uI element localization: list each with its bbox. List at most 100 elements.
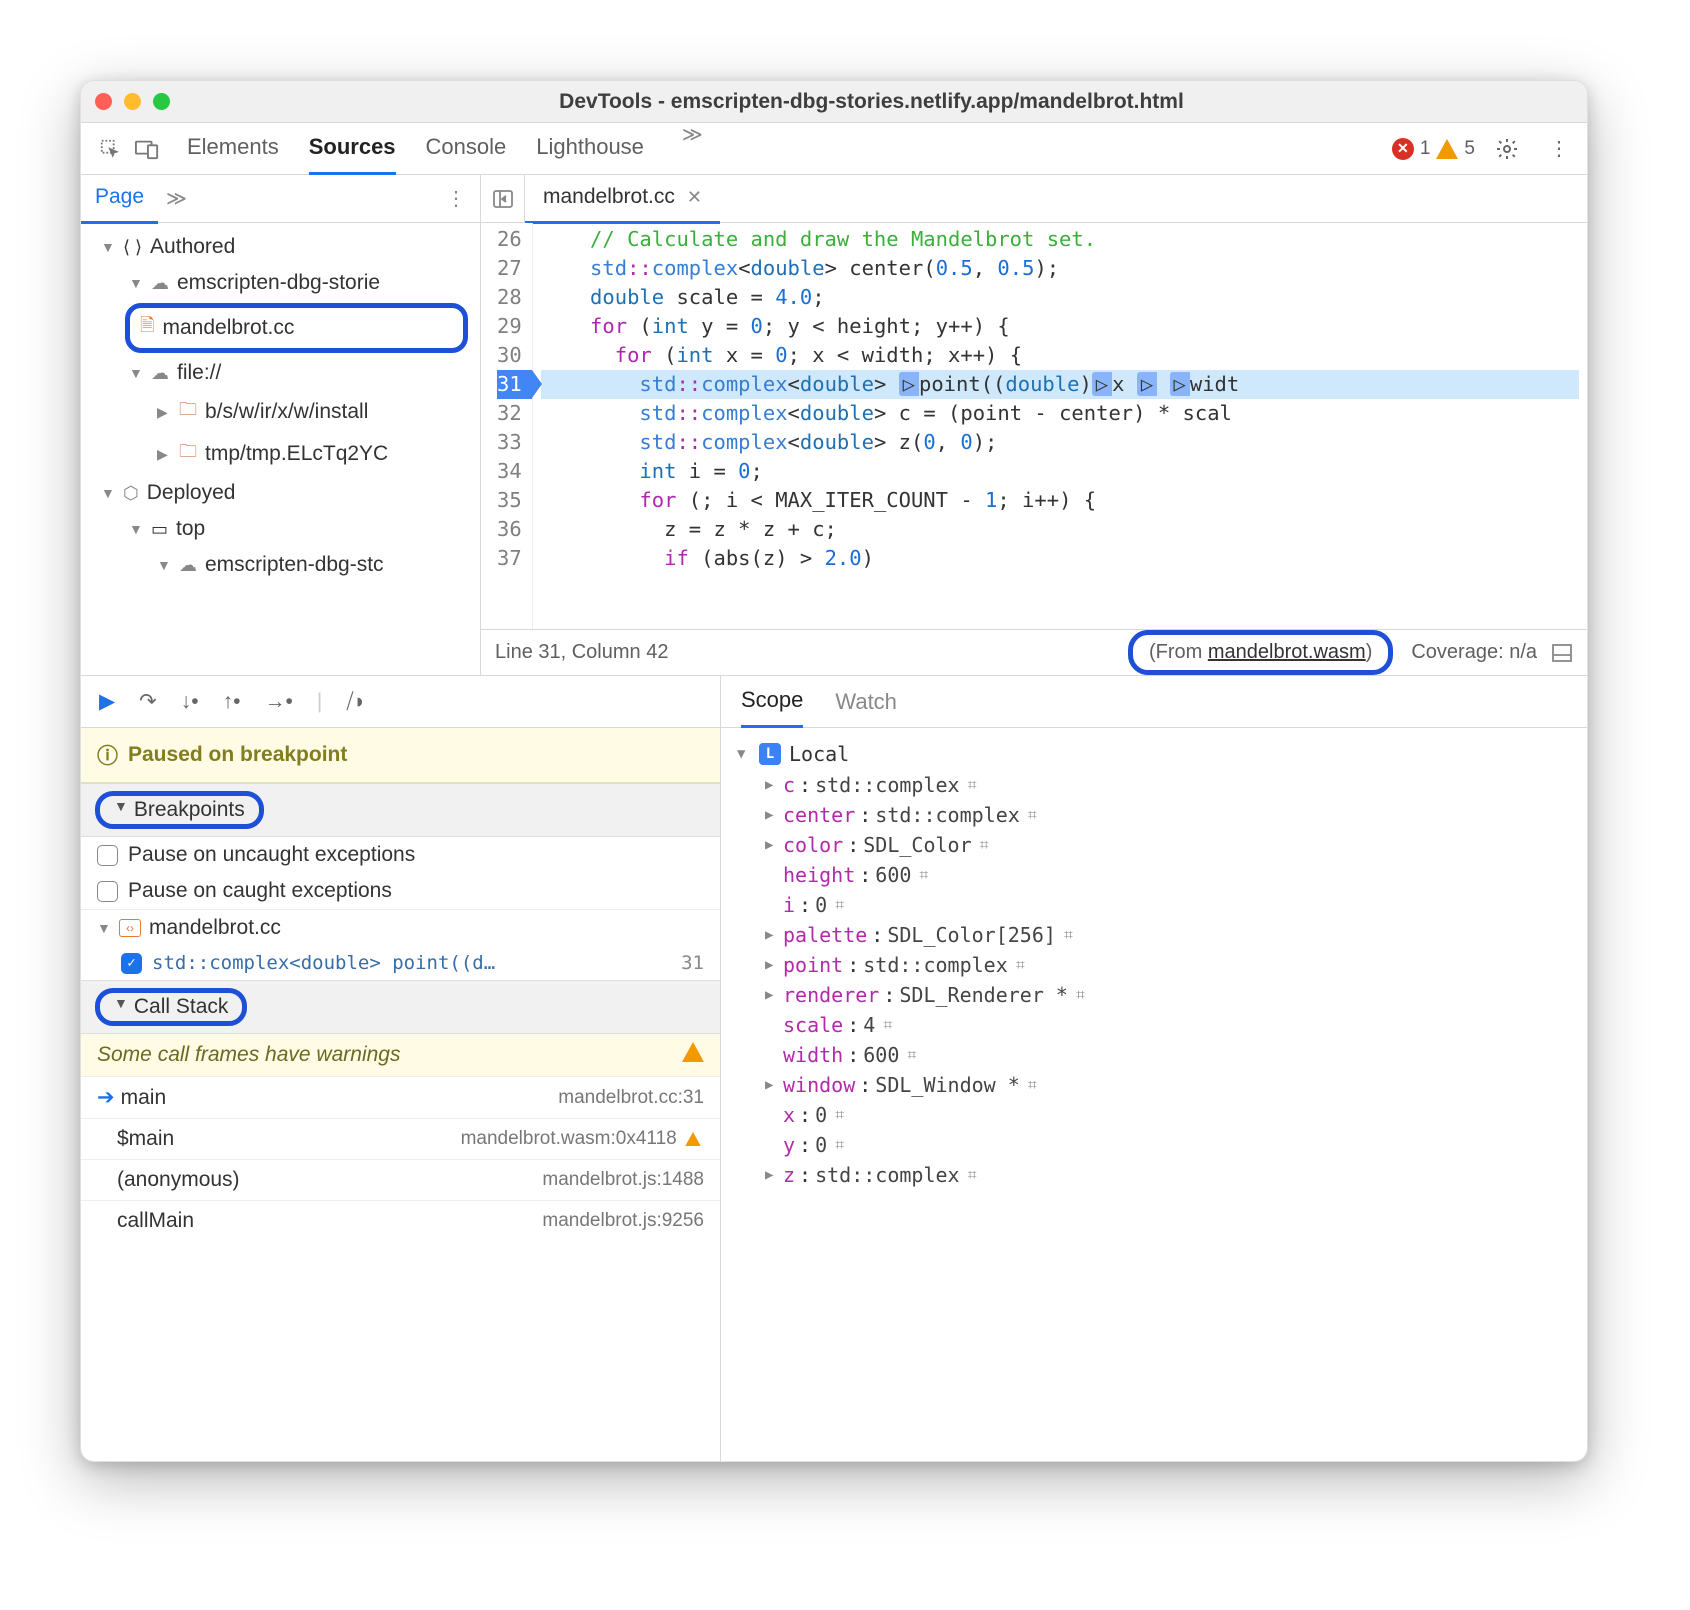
expand-icon[interactable]: ▶ — [765, 807, 779, 823]
editor-pane: mandelbrot.cc✕ 2627282930 31 32333435363… — [481, 175, 1587, 675]
group-deployed[interactable]: Deployed — [147, 481, 236, 505]
memory-chip-icon[interactable]: ⌗ — [883, 1015, 892, 1035]
resume-icon[interactable]: ▶ — [99, 689, 115, 714]
tab-lighthouse[interactable]: Lighthouse — [536, 122, 644, 175]
callstack-frame[interactable]: $mainmandelbrot.wasm:0x4118 — [81, 1118, 720, 1159]
tab-elements[interactable]: Elements — [187, 122, 279, 175]
line-gutter[interactable]: 2627282930 31 323334353637 — [481, 223, 533, 629]
tab-console[interactable]: Console — [426, 122, 507, 175]
breakpoints-header[interactable]: Breakpoints — [134, 798, 245, 822]
memory-chip-icon[interactable]: ⌗ — [980, 835, 989, 855]
scope-variable[interactable]: width: 600⌗ — [737, 1040, 1571, 1070]
scope-variable[interactable]: ▶ c: std::complex⌗ — [737, 770, 1571, 800]
bp-text[interactable]: std::complex<double> point((d… — [152, 952, 495, 974]
scope-variable[interactable]: y: 0⌗ — [737, 1130, 1571, 1160]
memory-chip-icon[interactable]: ⌗ — [919, 865, 928, 885]
step-icon[interactable]: →• — [264, 690, 292, 714]
memory-chip-icon[interactable]: ⌗ — [1016, 955, 1025, 975]
scope-variable[interactable]: i: 0⌗ — [737, 890, 1571, 920]
settings-gear-icon[interactable] — [1485, 137, 1529, 161]
checkbox-bp-1[interactable]: ✓ — [121, 953, 142, 974]
file-tree[interactable]: ▼⟨ ⟩Authored ▼☁emscripten-dbg-storie 🗎ma… — [81, 223, 480, 675]
show-drawer-icon[interactable] — [1551, 643, 1573, 663]
source-mapped-link[interactable]: mandelbrot.wasm — [1208, 641, 1366, 663]
scope-variable[interactable]: ▶ color: SDL_Color⌗ — [737, 830, 1571, 860]
memory-chip-icon[interactable]: ⌗ — [1064, 925, 1073, 945]
memory-chip-icon[interactable]: ⌗ — [835, 1135, 844, 1155]
frame-top[interactable]: top — [176, 517, 205, 541]
toggle-navigator-icon[interactable] — [481, 175, 525, 222]
scope-variable[interactable]: ▶ window: SDL_Window *⌗ — [737, 1070, 1571, 1100]
inspect-element-icon[interactable] — [99, 138, 121, 160]
memory-chip-icon[interactable]: ⌗ — [1028, 805, 1037, 825]
zoom-window-button[interactable] — [153, 93, 170, 110]
scope-variable[interactable]: ▶ z: std::complex⌗ — [737, 1160, 1571, 1190]
scope-variable[interactable]: height: 600⌗ — [737, 860, 1571, 890]
code-editor[interactable]: 2627282930 31 323334353637 // Calculate … — [481, 223, 1587, 629]
memory-chip-icon[interactable]: ⌗ — [1028, 1075, 1037, 1095]
callstack-header[interactable]: Call Stack — [134, 995, 229, 1019]
minimize-window-button[interactable] — [124, 93, 141, 110]
callstack-frame[interactable]: callMainmandelbrot.js:9256 — [81, 1200, 720, 1241]
step-over-icon[interactable]: ↷ — [139, 689, 157, 714]
editor-tab-mandelbrot[interactable]: mandelbrot.cc✕ — [525, 173, 720, 224]
expand-icon[interactable]: ▶ — [765, 927, 779, 943]
file-mandelbrot-cc[interactable]: mandelbrot.cc — [162, 316, 294, 340]
expand-icon[interactable]: ▶ — [765, 777, 779, 793]
memory-chip-icon[interactable]: ⌗ — [907, 1045, 916, 1065]
domain-authored[interactable]: emscripten-dbg-storie — [177, 271, 380, 295]
scope-variable[interactable]: ▶ renderer: SDL_Renderer *⌗ — [737, 980, 1571, 1010]
warning-icon[interactable] — [1436, 139, 1458, 159]
step-out-icon[interactable]: ↑• — [223, 690, 241, 714]
navigator-more-chevron-icon[interactable]: ≫ — [158, 186, 187, 211]
expand-icon[interactable]: ▶ — [765, 1077, 779, 1093]
close-tab-icon[interactable]: ✕ — [687, 187, 702, 208]
window-controls — [95, 93, 170, 110]
scope-variable[interactable]: scale: 4⌗ — [737, 1010, 1571, 1040]
memory-chip-icon[interactable]: ⌗ — [1076, 985, 1085, 1005]
checkbox-caught[interactable] — [97, 881, 118, 902]
expand-icon[interactable]: ▶ — [765, 837, 779, 853]
scope-variable[interactable]: ▶ center: std::complex⌗ — [737, 800, 1571, 830]
error-icon[interactable]: ✕ — [1392, 138, 1414, 160]
editor-status-bar: Line 31, Column 42 (From mandelbrot.wasm… — [481, 629, 1587, 675]
group-authored[interactable]: Authored — [150, 235, 235, 259]
tab-scope[interactable]: Scope — [741, 675, 803, 728]
callstack-frame[interactable]: (anonymous)mandelbrot.js:1488 — [81, 1159, 720, 1200]
memory-chip-icon[interactable]: ⌗ — [835, 1105, 844, 1125]
callstack-warning: Some call frames have warnings — [81, 1034, 720, 1076]
scope-variable[interactable]: x: 0⌗ — [737, 1100, 1571, 1130]
memory-chip-icon[interactable]: ⌗ — [968, 775, 977, 795]
scope-local-label[interactable]: Local — [789, 742, 849, 766]
folder-tmp[interactable]: tmp/tmp.ELcTq2YC — [205, 442, 388, 466]
expand-icon[interactable]: ▶ — [765, 987, 779, 1003]
close-window-button[interactable] — [95, 93, 112, 110]
memory-chip-icon[interactable]: ⌗ — [968, 1165, 977, 1185]
scope-variable[interactable]: ▶ point: std::complex⌗ — [737, 950, 1571, 980]
breakpoint-marker[interactable]: 31 — [497, 370, 532, 399]
tab-watch[interactable]: Watch — [835, 677, 897, 727]
domain-deployed[interactable]: emscripten-dbg-stc — [205, 553, 384, 577]
titlebar: DevTools - emscripten-dbg-stories.netlif… — [81, 81, 1587, 123]
expand-icon[interactable]: ▶ — [765, 1167, 779, 1183]
navigator-tab-page[interactable]: Page — [81, 173, 158, 224]
tab-sources[interactable]: Sources — [309, 122, 396, 175]
expand-icon[interactable]: ▶ — [765, 957, 779, 973]
memory-chip-icon[interactable]: ⌗ — [835, 895, 844, 915]
breakpoints-header-highlight: ▼ Breakpoints — [95, 791, 264, 829]
deactivate-breakpoints-icon[interactable]: ⧸◗ — [346, 690, 366, 714]
checkbox-uncaught[interactable] — [97, 845, 118, 866]
device-toolbar-icon[interactable] — [135, 138, 159, 160]
kebab-menu-icon[interactable]: ⋮ — [1539, 136, 1579, 161]
scope-variable[interactable]: ▶ palette: SDL_Color[256]⌗ — [737, 920, 1571, 950]
bp-file[interactable]: mandelbrot.cc — [149, 916, 281, 940]
more-tabs-chevron-icon[interactable]: ≫ — [674, 122, 703, 175]
navigator-kebab-icon[interactable]: ⋮ — [446, 186, 480, 211]
source-mapped-from-highlight: (From mandelbrot.wasm) — [1128, 630, 1393, 675]
domain-file[interactable]: file:// — [177, 361, 221, 385]
step-into-icon[interactable]: ↓• — [181, 690, 199, 714]
folder-install[interactable]: b/s/w/ir/x/w/install — [205, 400, 368, 424]
bp-line: 31 — [681, 952, 704, 974]
code-lines[interactable]: // Calculate and draw the Mandelbrot set… — [533, 223, 1587, 629]
callstack-frame[interactable]: ➔mainmandelbrot.cc:31 — [81, 1076, 720, 1118]
